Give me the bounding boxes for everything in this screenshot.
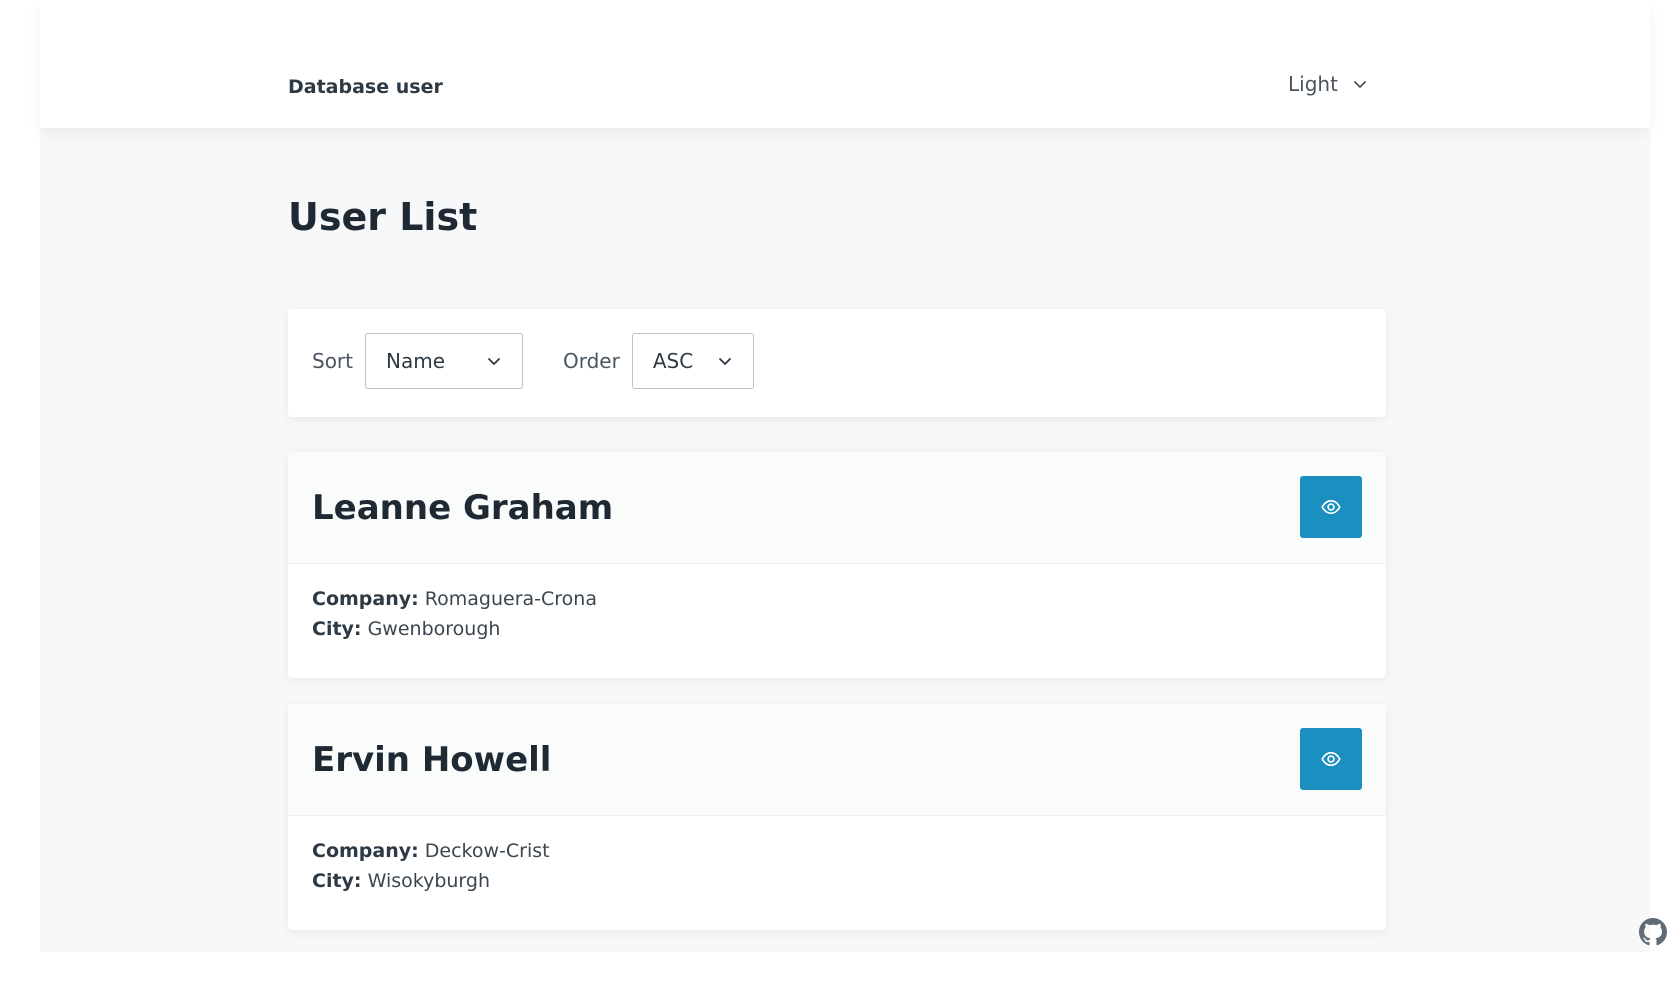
city-line: City: Wisokyburgh [312,866,1362,896]
city-line: City: Gwenborough [312,614,1362,644]
company-line: Company: Romaguera-Crona [312,584,1362,614]
sort-label: Sort [312,349,353,373]
page-title: User List [288,195,478,239]
company-label: Company: [312,588,419,610]
user-card-header: Leanne Graham [288,452,1386,564]
city-value: Wisokyburgh [367,870,491,892]
filter-row: Sort Name Order ASC [312,333,754,389]
chevron-down-icon [488,358,500,365]
user-card-body: Company: Deckow-Crist City: Wisokyburgh [288,816,1386,916]
city-label: City: [312,618,362,640]
order-label: Order [563,349,620,373]
order-select-value: ASC [652,349,694,373]
company-value: Romaguera-Crona [424,588,597,610]
eye-icon [1321,499,1341,515]
user-name: Leanne Graham [312,488,614,528]
company-value: Deckow-Crist [424,840,550,862]
city-label: City: [312,870,362,892]
city-value: Gwenborough [367,618,501,640]
github-icon[interactable] [1639,918,1667,946]
order-select[interactable]: ASC [631,333,754,389]
sort-select[interactable]: Name [365,333,523,389]
theme-select[interactable]: Light [1288,72,1368,96]
navbar: Database user Light [40,0,1650,128]
company-line: Company: Deckow-Crist [312,836,1362,866]
brand-title[interactable]: Database user [288,76,443,98]
user-card: Leanne Graham Company: Romaguera-Crona C… [288,452,1386,678]
chevron-down-icon [718,358,731,365]
view-user-button[interactable] [1300,728,1362,790]
eye-icon [1321,751,1341,767]
filter-card: Sort Name Order ASC [288,309,1386,417]
company-label: Company: [312,840,419,862]
user-card-header: Ervin Howell [288,704,1386,816]
theme-select-value: Light [1288,72,1338,96]
user-card: Ervin Howell Company: Deckow-Crist City:… [288,704,1386,930]
user-card-body: Company: Romaguera-Crona City: Gwenborou… [288,564,1386,664]
app-frame: Database user Light User List Sort Name … [40,0,1667,952]
chevron-down-icon [1354,81,1366,88]
user-name: Ervin Howell [312,740,552,780]
view-user-button[interactable] [1300,476,1362,538]
sort-select-value: Name [386,349,446,373]
